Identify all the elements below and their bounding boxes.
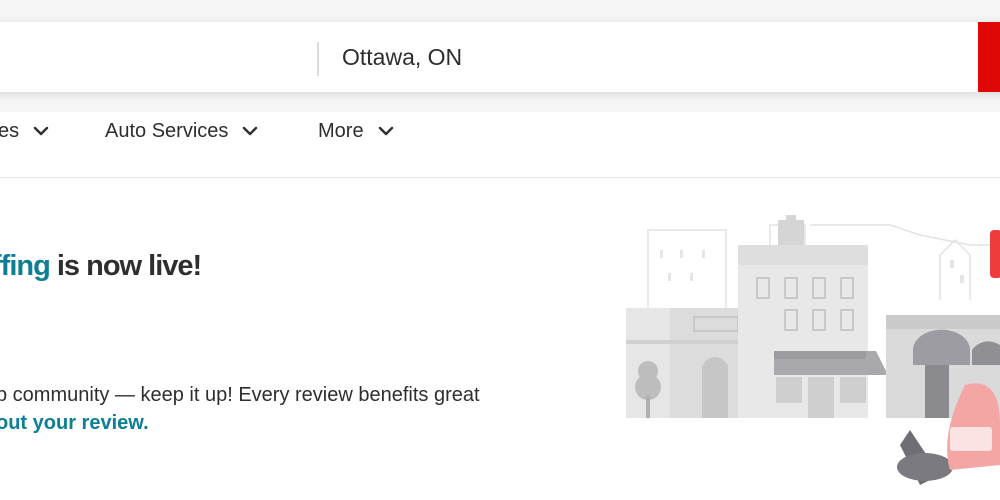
search-divider: [317, 42, 319, 76]
chevron-down-icon: [378, 126, 393, 136]
nav-item-label: More: [318, 119, 364, 142]
chevron-down-icon: [33, 126, 49, 136]
banner-title-rest: is now live!: [49, 250, 202, 282]
nav-item-label: es: [0, 119, 20, 142]
city-street-illustration: [626, 215, 1000, 485]
nav-item-more[interactable]: More: [318, 119, 394, 143]
top-header: Ottawa, ON: [0, 0, 1000, 112]
search-button[interactable]: [978, 22, 1000, 92]
banner-review-link[interactable]: out your review.: [0, 412, 149, 435]
search-bar: Ottawa, ON: [0, 22, 1000, 92]
category-nav: es Auto Services More: [0, 112, 1000, 178]
nav-item-auto-services[interactable]: Auto Services: [105, 119, 258, 143]
chevron-down-icon: [243, 126, 258, 136]
nav-item-services[interactable]: es: [0, 119, 49, 143]
nav-item-label: Auto Services: [105, 119, 229, 142]
banner-title-accent: ffing: [0, 250, 51, 282]
banner-title: ffing is now live!: [0, 250, 202, 283]
location-input[interactable]: Ottawa, ON: [342, 44, 462, 71]
banner-body-text: p community — keep it up! Every review b…: [0, 384, 480, 406]
